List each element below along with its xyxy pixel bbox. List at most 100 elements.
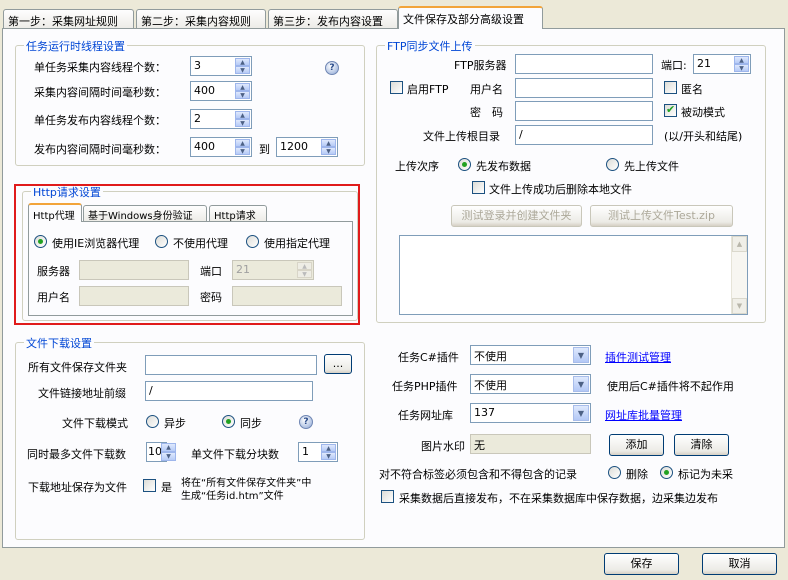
tab-panel: 任务运行时线程设置 单任务采集内容线程个数： 3 ▲ ▼ 采集内容间隔时间毫秒数： … [2,28,785,548]
ftp-server-label: FTP服务器 [454,59,507,72]
tab-publish-settings[interactable]: 第三步：发布内容设置 [268,9,398,29]
ftp-root-input[interactable]: / [515,125,653,145]
watermark-input[interactable]: 无 [470,434,591,454]
publish-interval-from-spinner[interactable]: ▲ ▼ [235,139,250,155]
urlbase-select[interactable]: 137 ▼ [470,403,591,423]
mismatch-delete-radio[interactable] [608,466,621,479]
direct-publish-label: 采集数据后直接发布，不在采集数据库中保存数据，边采集边发布 [399,492,718,505]
save-folder-label: 所有文件保存文件夹 [28,361,127,374]
plugin-test-link[interactable]: 插件测试管理 [605,349,671,365]
publish-threads-spinner[interactable]: ▲ ▼ [235,111,250,127]
help-icon[interactable]: ? [299,415,313,429]
save-as-file-hint-line2: 生成“任务id.htm”文件 [181,491,284,502]
collect-interval-spinner[interactable]: ▲ ▼ [235,83,250,99]
max-downloads-spinner[interactable]: ▲ ▼ [161,443,176,461]
ftp-log-textarea[interactable]: ▲ ▼ [399,235,748,315]
chevron-down-icon[interactable]: ▼ [573,347,589,363]
mismatch-delete-label: 删除 [626,468,648,481]
php-plugin-label: 任务PHP插件 [392,380,458,393]
scroll-down-icon[interactable]: ▼ [732,298,747,314]
save-as-file-label: 下载地址保存为文件 [28,481,127,494]
ftp-root-label: 文件上传根目录 [423,130,500,143]
watermark-clear-button[interactable]: 清除 [674,434,729,456]
ftp-user-label: 用户名 [470,83,503,96]
tab-collect-content-rules[interactable]: 第二步：采集内容规则 [136,9,266,29]
chunks-input[interactable]: 1 ▲ ▼ [298,442,338,462]
collect-threads-input[interactable]: 3 ▲ ▼ [190,56,252,76]
collect-threads-spinner[interactable]: ▲ ▼ [235,58,250,74]
tab-http-proxy[interactable]: Http代理 [28,203,82,222]
chevron-down-icon[interactable]: ▼ [573,376,589,392]
test-upload-button[interactable]: 测试上传文件Test.zip [590,205,733,227]
ftp-port-input[interactable]: 21 ▲ ▼ [693,54,751,74]
tab-collect-url-rules[interactable]: 第一步：采集网址规则 [3,9,134,29]
ftp-log-scrollbar[interactable]: ▲ ▼ [731,236,747,314]
urlbase-label: 任务网址库 [398,409,453,422]
order-publish-first-radio[interactable] [458,158,471,171]
publish-interval-from-input[interactable]: 400 ▲ ▼ [190,137,252,157]
chevron-down-icon[interactable]: ▼ [573,405,589,421]
ftp-user-input[interactable] [515,78,653,98]
mode-async-radio[interactable] [146,415,159,428]
tab-file-save-advanced[interactable]: 文件保存及部分高级设置 [398,6,543,29]
publish-interval-to-label: 到 [259,143,270,156]
chunks-label: 单文件下载分块数 [191,448,279,461]
ftp-group: FTP同步文件上传 FTP服务器 端口: 21 ▲ ▼ 启用FTP 用户名 匿名 密… [376,38,766,323]
urlbase-manage-link[interactable]: 网址库批量管理 [605,407,682,423]
ftp-port-spinner[interactable]: ▲ ▼ [734,56,749,72]
csharp-plugin-select[interactable]: 不使用 ▼ [470,345,591,365]
order-publish-first-label: 先发布数据 [476,160,531,173]
thread-settings-group: 任务运行时线程设置 单任务采集内容线程个数： 3 ▲ ▼ 采集内容间隔时间毫秒数： … [15,38,365,166]
cancel-button[interactable]: 取消 [702,553,777,575]
php-plugin-select[interactable]: 不使用 ▼ [470,374,591,394]
anonymous-label: 匿名 [681,83,703,96]
php-plugin-hint: 使用后C#插件将不起作用 [607,380,734,393]
download-mode-label: 文件下载模式 [62,417,128,430]
order-upload-first-radio[interactable] [606,158,619,171]
passive-mode-label: 被动模式 [681,106,725,119]
passive-mode-checkbox[interactable] [664,103,677,117]
link-prefix-input[interactable]: / [145,381,313,401]
publish-interval-to-spinner[interactable]: ▲ ▼ [321,139,336,155]
collect-interval-label: 采集内容间隔时间毫秒数： [34,86,166,99]
ftp-port-label: 端口: [661,59,687,72]
max-downloads-label: 同时最多文件下载数 [27,448,126,461]
mode-async-label: 异步 [164,417,186,430]
enable-ftp-checkbox[interactable] [390,81,403,94]
browse-folder-button[interactable]: ... [324,354,352,374]
link-prefix-label: 文件链接地址前缀 [38,387,126,400]
enable-ftp-label: 启用FTP [407,83,449,96]
csharp-plugin-label: 任务C#插件 [398,351,459,364]
save-button[interactable]: 保存 [604,553,679,575]
order-upload-first-label: 先上传文件 [624,160,679,173]
direct-publish-checkbox[interactable] [381,490,394,503]
publish-interval-label: 发布内容间隔时间毫秒数： [34,143,166,156]
delete-local-label: 文件上传成功后删除本地文件 [489,183,632,196]
ftp-server-input[interactable] [515,54,653,74]
publish-threads-input[interactable]: 2 ▲ ▼ [190,109,252,129]
watermark-add-button[interactable]: 添加 [609,434,664,456]
help-icon[interactable]: ? [325,61,339,75]
publish-threads-label: 单任务发布内容线程个数： [34,114,166,127]
collect-threads-label: 单任务采集内容线程个数： [34,61,166,74]
mismatch-label: 对不符合标签必须包含和不得包含的记录 [379,468,577,481]
delete-local-checkbox[interactable] [472,181,485,194]
thread-settings-title: 任务运行时线程设置 [24,38,127,54]
mode-sync-radio[interactable] [222,415,235,428]
test-login-button[interactable]: 测试登录并创建文件夹 [451,205,582,227]
upload-order-label: 上传次序 [395,160,439,173]
anonymous-checkbox[interactable] [664,81,677,94]
download-group: 文件下载设置 所有文件保存文件夹 ... 文件链接地址前缀 / 文件下载模式 异… [15,335,365,540]
save-folder-input[interactable] [145,355,317,375]
ftp-root-hint: (以/开头和结尾) [664,130,743,143]
collect-interval-input[interactable]: 400 ▲ ▼ [190,81,252,101]
chunks-spinner[interactable]: ▲ ▼ [321,444,336,460]
scroll-up-icon[interactable]: ▲ [732,236,747,252]
save-as-file-yes-label: 是 [161,481,172,494]
mismatch-mark-radio[interactable] [660,466,673,479]
ftp-password-input[interactable] [515,101,653,121]
publish-interval-to-input[interactable]: 1200 ▲ ▼ [276,137,338,157]
save-as-file-checkbox[interactable] [143,479,156,492]
mode-sync-label: 同步 [240,417,262,430]
watermark-label: 图片水印 [421,440,465,453]
